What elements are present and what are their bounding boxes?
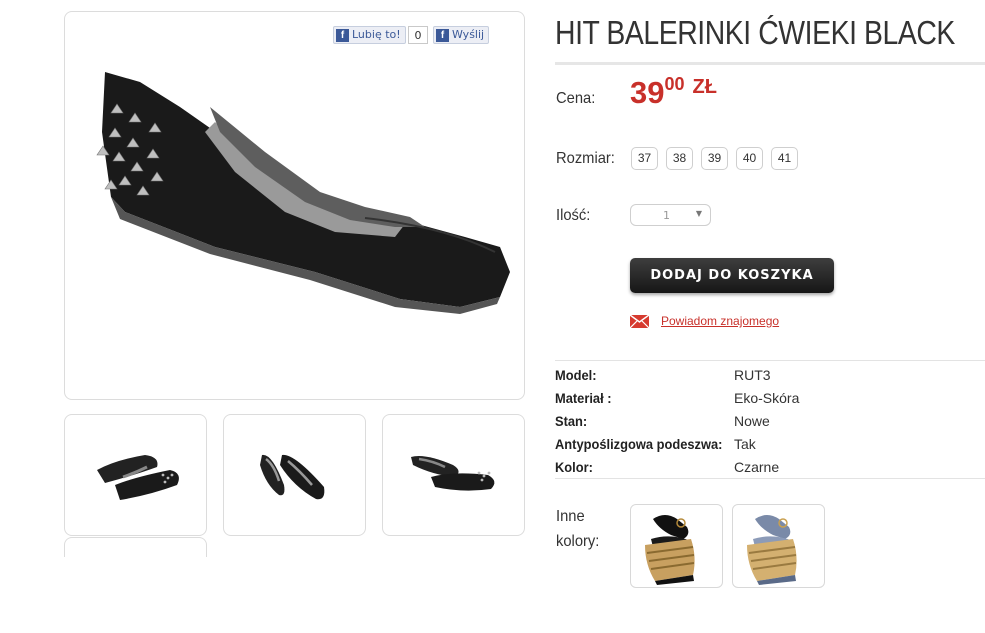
thumbnail-4[interactable] xyxy=(64,537,207,557)
facebook-icon: f xyxy=(336,28,349,42)
main-product-image[interactable] xyxy=(64,11,525,400)
spec-row: Model: RUT3 xyxy=(555,367,985,390)
notify-friend[interactable]: Powiadom znajomego xyxy=(630,314,779,328)
other-colors-label-line2: kolory: xyxy=(556,533,600,550)
specs-divider-top xyxy=(555,360,985,361)
spec-key: Antypoślizgowa podeszwa: xyxy=(555,436,723,452)
price-label: Cena: xyxy=(556,90,596,107)
add-to-cart-button[interactable]: DODAJ DO KOSZYKA xyxy=(630,258,834,293)
price-decimal: 00 xyxy=(664,74,685,94)
spec-value: Nowe xyxy=(734,413,770,429)
product-price: 3900 ZŁ xyxy=(630,74,717,111)
facebook-icon: f xyxy=(436,28,449,42)
spec-key: Kolor: xyxy=(555,459,593,475)
spec-value: Eko-Skóra xyxy=(734,390,800,406)
other-colors-label-line1: Inne xyxy=(556,508,585,525)
quantity-select[interactable]: 1 ▼ xyxy=(630,204,711,226)
size-option-37[interactable]: 37 xyxy=(631,147,658,170)
spec-value: RUT3 xyxy=(734,367,771,383)
spec-key: Stan: xyxy=(555,413,588,429)
spec-row: Antypoślizgowa podeszwa: Tak xyxy=(555,436,985,459)
size-option-38[interactable]: 38 xyxy=(666,147,693,170)
spec-value: Tak xyxy=(734,436,756,452)
price-currency: ZŁ xyxy=(692,76,717,98)
envelope-icon xyxy=(630,314,649,328)
other-color-blue-wedge[interactable] xyxy=(732,504,825,588)
size-label: Rozmiar: xyxy=(556,150,615,167)
size-option-39[interactable]: 39 xyxy=(701,147,728,170)
size-option-40[interactable]: 40 xyxy=(736,147,763,170)
thumbnail-1[interactable] xyxy=(64,414,207,536)
size-option-41[interactable]: 41 xyxy=(771,147,798,170)
spec-key: Model: xyxy=(555,367,597,383)
facebook-like-button[interactable]: f Lubię to! xyxy=(333,26,406,44)
ballerina-shoe-image xyxy=(96,72,510,314)
thumbnail-2[interactable] xyxy=(223,414,366,536)
spec-row: Materiał : Eko-Skóra xyxy=(555,390,985,413)
facebook-like-count: 0 xyxy=(408,26,428,44)
facebook-send-label: Wyślij xyxy=(452,28,485,41)
specs-divider-bottom xyxy=(555,478,985,479)
quantity-label: Ilość: xyxy=(556,207,591,224)
spec-row: Stan: Nowe xyxy=(555,413,985,436)
wedge-sandal-black-image xyxy=(645,515,695,585)
notify-friend-link[interactable]: Powiadom znajomego xyxy=(661,314,779,328)
price-integer: 39 xyxy=(630,75,665,110)
chevron-down-icon: ▼ xyxy=(695,209,702,218)
product-title: HIT BALERINKI ĆWIEKI BLACK xyxy=(555,14,955,51)
facebook-send-button[interactable]: f Wyślij xyxy=(433,26,490,44)
facebook-like-label: Lubię to! xyxy=(352,28,401,41)
title-divider xyxy=(555,62,985,65)
spec-value: Czarne xyxy=(734,459,780,475)
other-color-black-wedge[interactable] xyxy=(630,504,723,588)
quantity-value: 1 xyxy=(663,209,670,222)
spec-key: Materiał : xyxy=(555,390,612,406)
wedge-sandal-blue-image xyxy=(747,515,797,585)
thumbnail-3[interactable] xyxy=(382,414,525,536)
